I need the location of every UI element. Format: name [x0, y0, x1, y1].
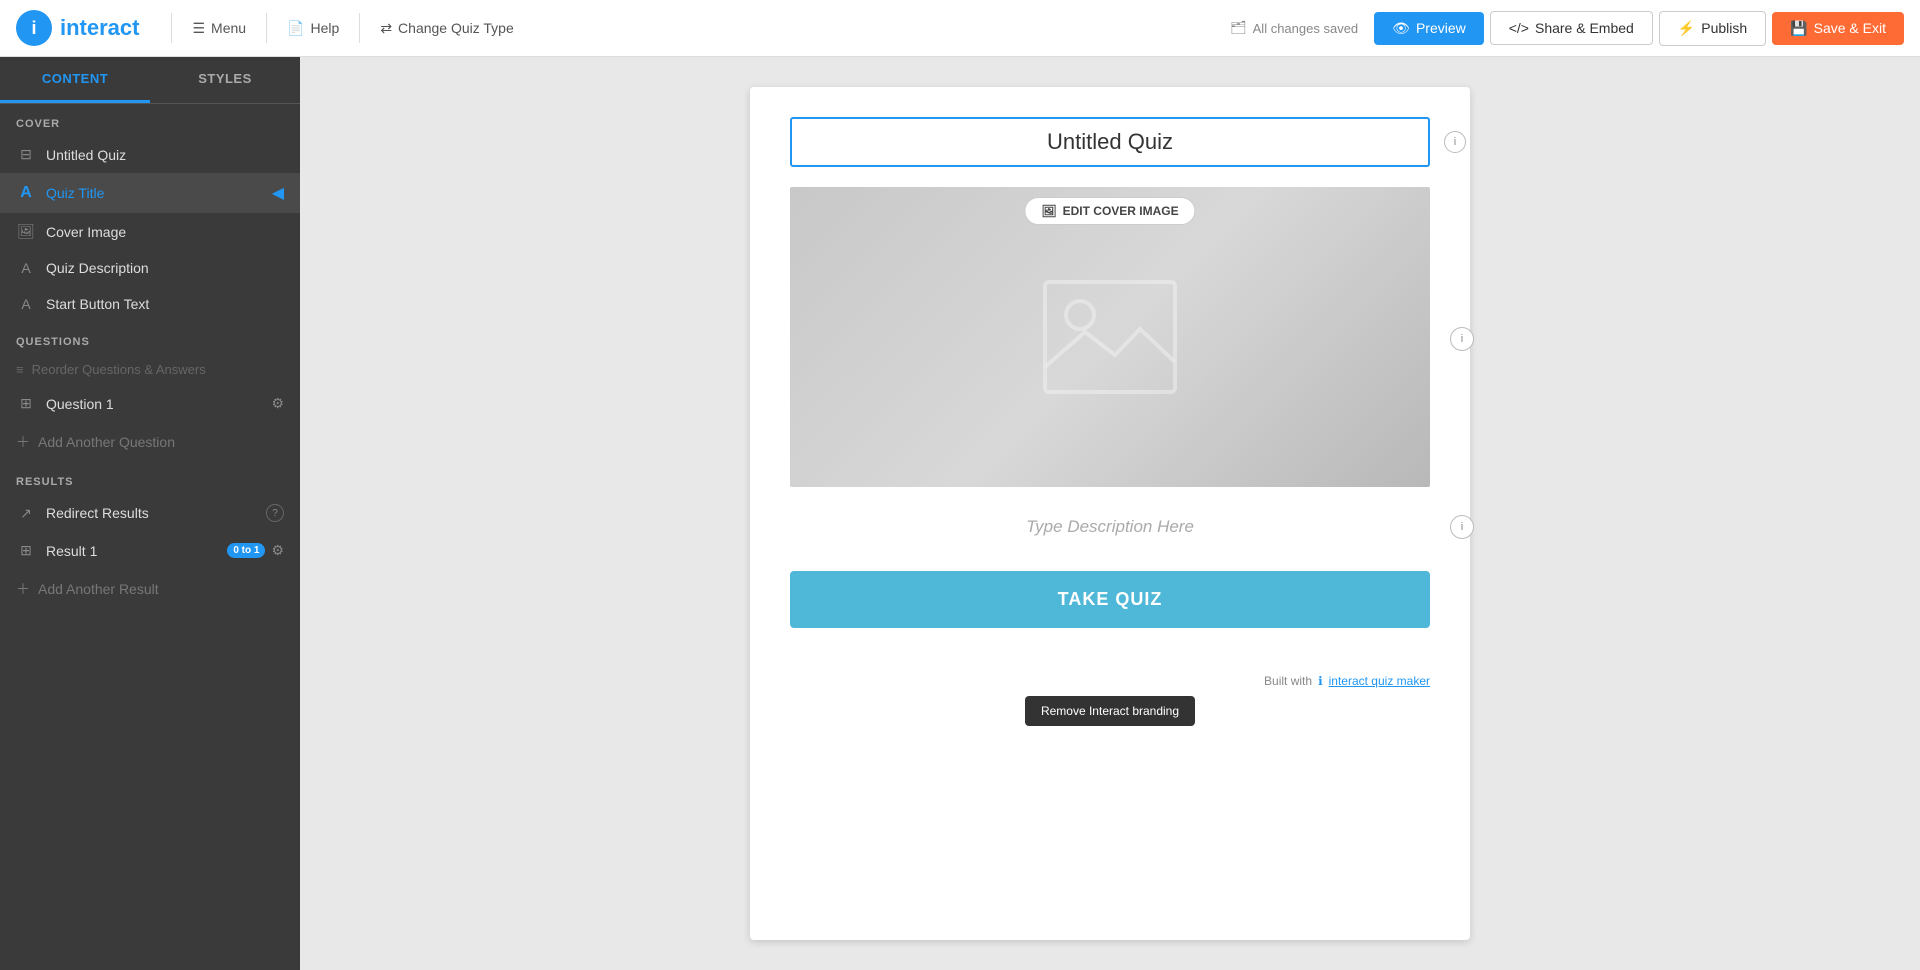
- sidebar-item-result-1[interactable]: ⊞ Result 1 0 to 1 ⚙: [0, 532, 300, 569]
- sidebar-item-start-button-text[interactable]: A Start Button Text: [0, 286, 300, 322]
- take-quiz-button[interactable]: TAKE QUIZ: [790, 571, 1430, 628]
- quiz-title-input[interactable]: [790, 117, 1430, 167]
- logo-text: interact: [60, 15, 139, 41]
- share-embed-button[interactable]: </> Share & Embed: [1490, 11, 1653, 45]
- help-icon: 📄: [287, 20, 304, 37]
- description-wrapper: Type Description Here i: [790, 507, 1430, 547]
- change-type-icon: ⇄: [380, 20, 392, 37]
- result-icon: ⊞: [16, 542, 36, 559]
- cover-image-wrapper: 🖼 EDIT COVER IMAGE i: [790, 187, 1430, 487]
- save-icon: 💾: [1790, 20, 1807, 37]
- edit-cover-icon: 🖼: [1041, 204, 1056, 218]
- start-text-icon: A: [16, 296, 36, 312]
- branding-section: Built with ℹ interact quiz maker: [750, 658, 1470, 696]
- preview-icon: 👁: [1392, 20, 1410, 37]
- nav-divider: [171, 13, 172, 43]
- quiz-title-wrapper: i: [790, 117, 1430, 167]
- preview-button[interactable]: 👁 Preview: [1374, 12, 1484, 45]
- text-icon-a: A: [16, 184, 36, 202]
- sidebar-item-cover-image[interactable]: 🖼 Cover Image: [0, 213, 300, 250]
- help-button[interactable]: 📄 Help: [275, 12, 351, 45]
- menu-button[interactable]: ☰ Menu: [180, 12, 258, 45]
- add-another-result-item[interactable]: ＋ Add Another Result: [0, 569, 300, 609]
- sidebar-item-quiz-title[interactable]: A Quiz Title ◀: [0, 173, 300, 213]
- remove-branding-button[interactable]: Remove Interact branding: [1025, 696, 1195, 726]
- logo: i interact: [16, 10, 139, 46]
- cover-image-info-button[interactable]: i: [1450, 327, 1474, 351]
- result-1-gear-button[interactable]: ⚙: [271, 542, 284, 559]
- reorder-icon: ≡: [16, 362, 24, 377]
- sidebar-item-quiz-description[interactable]: A Quiz Description: [0, 250, 300, 286]
- active-arrow: ◀: [272, 183, 284, 203]
- question-1-controls: ⚙: [271, 395, 284, 412]
- redirect-icon: ↗: [16, 505, 36, 522]
- question-1-gear-button[interactable]: ⚙: [271, 395, 284, 412]
- title-info-button[interactable]: i: [1444, 131, 1466, 153]
- result-1-controls: 0 to 1 ⚙: [227, 542, 284, 559]
- code-icon: </>: [1509, 20, 1529, 36]
- questions-section-header: QUESTIONS: [0, 322, 300, 354]
- redirect-controls: ?: [266, 504, 284, 522]
- status-icon: 🗂: [1230, 20, 1247, 36]
- logo-icon: i: [16, 10, 52, 46]
- sidebar: CONTENT STYLES COVER ⊟ Untitled Quiz A Q…: [0, 57, 300, 970]
- cover-image-placeholder: 🖼 EDIT COVER IMAGE: [790, 187, 1430, 487]
- sidebar-tabs: CONTENT STYLES: [0, 57, 300, 104]
- description-icon: A: [16, 260, 36, 276]
- image-icon: 🖼: [16, 223, 36, 240]
- tab-styles[interactable]: STYLES: [150, 57, 300, 103]
- reorder-questions-item[interactable]: ≡ Reorder Questions & Answers: [0, 354, 300, 385]
- change-quiz-type-button[interactable]: ⇄ Change Quiz Type: [368, 12, 525, 45]
- nav-divider-3: [359, 13, 360, 43]
- question-icon: ⊞: [16, 395, 36, 412]
- cover-section-header: COVER: [0, 104, 300, 136]
- sidebar-item-redirect-results[interactable]: ↗ Redirect Results ?: [0, 494, 300, 532]
- save-exit-button[interactable]: 💾 Save & Exit: [1772, 12, 1904, 45]
- publish-button[interactable]: ⚡ Publish: [1659, 11, 1766, 46]
- image-placeholder-svg: [1040, 277, 1180, 397]
- description-placeholder-text: Type Description Here: [790, 507, 1430, 547]
- add-result-plus-icon: ＋: [16, 579, 30, 599]
- quiz-card: i 🖼 EDIT COVER IMAGE i: [750, 87, 1470, 940]
- result-1-badge: 0 to 1: [227, 543, 265, 558]
- branding-link[interactable]: interact quiz maker: [1329, 674, 1430, 688]
- results-section-header: RESULTS: [0, 462, 300, 494]
- nav-divider-2: [266, 13, 267, 43]
- save-status: 🗂 All changes saved: [1230, 20, 1358, 36]
- menu-icon: ☰: [192, 20, 205, 37]
- redirect-help-button[interactable]: ?: [266, 504, 284, 522]
- add-question-plus-icon: ＋: [16, 432, 30, 452]
- grid-icon: ⊟: [16, 146, 36, 163]
- edit-cover-image-button[interactable]: 🖼 EDIT COVER IMAGE: [1024, 197, 1195, 225]
- navbar: i interact ☰ Menu 📄 Help ⇄ Change Quiz T…: [0, 0, 1920, 57]
- branding-logo-icon: ℹ: [1318, 674, 1323, 688]
- sidebar-item-untitled-quiz[interactable]: ⊟ Untitled Quiz: [0, 136, 300, 173]
- quiz-card-inner: i 🖼 EDIT COVER IMAGE i: [750, 87, 1470, 658]
- main-content: i 🖼 EDIT COVER IMAGE i: [300, 57, 1920, 970]
- tab-content[interactable]: CONTENT: [0, 57, 150, 103]
- add-another-question-item[interactable]: ＋ Add Another Question: [0, 422, 300, 462]
- sidebar-item-question-1[interactable]: ⊞ Question 1 ⚙: [0, 385, 300, 422]
- publish-icon: ⚡: [1678, 20, 1695, 37]
- description-info-button[interactable]: i: [1450, 515, 1474, 539]
